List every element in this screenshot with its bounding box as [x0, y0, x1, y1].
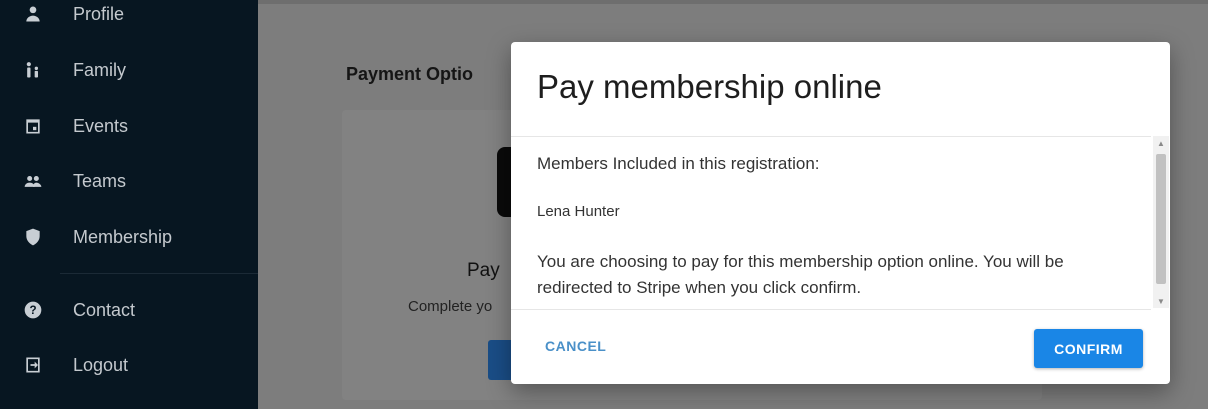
card-heading: Pay — [467, 260, 500, 281]
sidebar-item-label: Logout — [73, 354, 129, 375]
person-icon — [22, 3, 44, 25]
member-name: Lena Hunter — [537, 203, 620, 220]
sidebar-item-logout[interactable]: Logout — [0, 345, 258, 385]
sidebar-item-teams[interactable]: Teams — [0, 161, 258, 201]
sidebar: Profile Family Events Teams Membership ?… — [0, 0, 258, 409]
payment-message: You are choosing to pay for this members… — [537, 252, 1064, 297]
shield-icon — [22, 226, 44, 248]
svg-text:?: ? — [29, 304, 36, 317]
pay-membership-dialog: Pay membership online Members Included i… — [511, 42, 1170, 384]
sidebar-item-label: Teams — [73, 170, 127, 191]
sidebar-item-membership[interactable]: Membership — [0, 217, 258, 257]
sidebar-item-label: Events — [73, 115, 129, 136]
sidebar-item-label: Membership — [73, 226, 173, 247]
scroll-up-icon[interactable]: ▲ — [1153, 136, 1169, 150]
logout-icon — [22, 354, 44, 376]
scroll-thumb[interactable] — [1156, 154, 1166, 284]
sidebar-item-contact[interactable]: ? Contact — [0, 290, 258, 330]
scroll-down-icon[interactable]: ▼ — [1153, 294, 1169, 308]
payment-options-title: Payment Optio — [346, 64, 474, 84]
sidebar-item-events[interactable]: Events — [0, 106, 258, 146]
members-label: Members Included in this registration: — [537, 154, 820, 173]
sidebar-item-profile[interactable]: Profile — [0, 0, 258, 34]
cancel-button[interactable]: CANCEL — [533, 332, 618, 360]
sidebar-item-label: Family — [73, 59, 126, 80]
sidebar-item-label: Contact — [73, 299, 136, 320]
dialog-title: Pay membership online — [537, 68, 882, 105]
help-icon: ? — [22, 299, 44, 321]
group-icon — [22, 170, 44, 192]
sidebar-divider — [60, 273, 258, 274]
sidebar-item-label: Profile — [73, 3, 125, 24]
dialog-scrollbar[interactable]: ▲ ▼ — [1153, 136, 1169, 308]
card-subtext: Complete yo — [408, 298, 493, 315]
dialog-body: Members Included in this registration: L… — [511, 136, 1151, 310]
top-bar — [258, 0, 1208, 4]
calendar-icon — [22, 115, 44, 137]
confirm-button[interactable]: CONFIRM — [1034, 329, 1143, 368]
sidebar-item-family[interactable]: Family — [0, 50, 258, 90]
family-icon — [22, 59, 44, 81]
